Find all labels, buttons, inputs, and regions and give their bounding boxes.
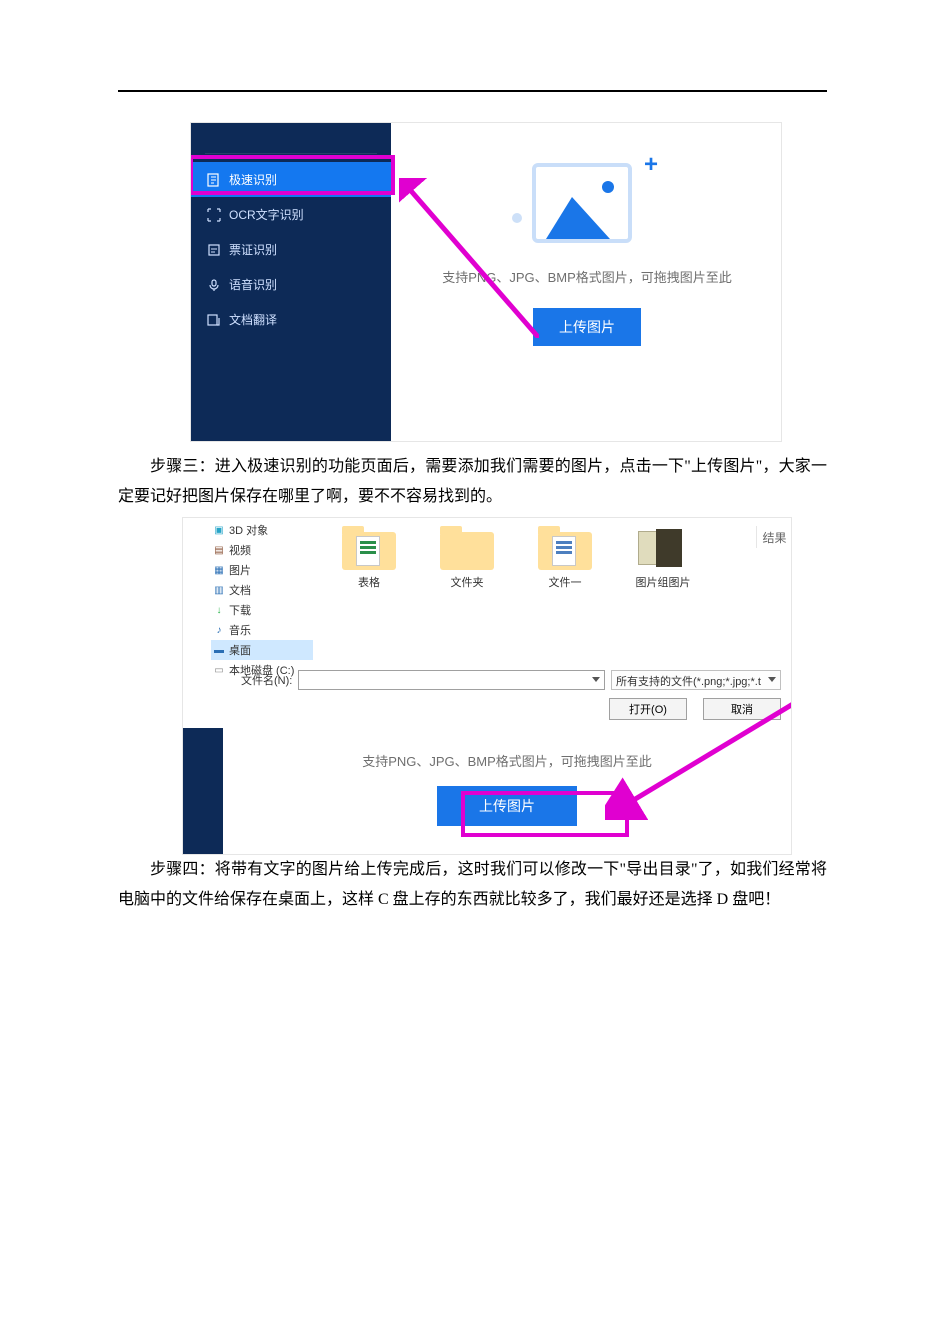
- mic-icon: [207, 278, 221, 292]
- sidebar-item-label: 文档翻译: [229, 311, 277, 328]
- image-placeholder-icon: +: [532, 153, 642, 243]
- sidebar-item-ocr[interactable]: OCR文字识别: [191, 197, 391, 232]
- screenshot-step4: 结果 ▣3D 对象 ▤视频 ▦图片 ▥文档 ↓下载 ♪音乐 ▬桌面 ▭本地磁盘 …: [182, 517, 792, 855]
- place-documents[interactable]: ▥ 文档: [211, 580, 313, 600]
- file-filter-dropdown[interactable]: 所有支持的文件(*.png;*.jpg;*.t: [611, 670, 781, 690]
- app-content-lower: 支持PNG、JPG、BMP格式图片，可拖拽图片至此 上传图片: [223, 733, 791, 854]
- filter-value: 所有支持的文件(*.png;*.jpg;*.t: [616, 676, 761, 688]
- filename-input[interactable]: [298, 670, 605, 690]
- screenshot-step3: 极速识别 OCR文字识别 票证识别 语音识别: [190, 122, 782, 442]
- dialog-button-row: 打开(O) 取消: [609, 698, 781, 720]
- ocr-icon: [207, 208, 221, 222]
- desktop-icon: ▬: [213, 644, 225, 656]
- thumb-label: 图片组图片: [623, 574, 703, 590]
- thumb-label: 文件夹: [427, 574, 507, 590]
- music-icon: ♪: [213, 624, 225, 636]
- document-icon: ▥: [213, 584, 225, 596]
- receipt-icon: [207, 243, 221, 257]
- place-label: 文档: [229, 582, 251, 598]
- support-text: 支持PNG、JPG、BMP格式图片，可拖拽图片至此: [223, 751, 791, 770]
- upload-button[interactable]: 上传图片: [437, 786, 577, 826]
- horizontal-rule: [118, 90, 827, 92]
- chevron-down-icon: [768, 677, 776, 682]
- place-label: 下载: [229, 602, 251, 618]
- place-label: 视频: [229, 542, 251, 558]
- place-label: 桌面: [229, 642, 251, 658]
- translate-icon: [207, 313, 221, 327]
- folder-thumb-excel[interactable]: 表格: [329, 520, 409, 620]
- doc-speed-icon: [207, 173, 221, 187]
- chevron-down-icon: [592, 677, 600, 682]
- place-3d[interactable]: ▣ 3D 对象: [211, 520, 313, 540]
- sidebar-item-receipt[interactable]: 票证识别: [191, 232, 391, 267]
- place-pictures[interactable]: ▦ 图片: [211, 560, 313, 580]
- picture-icon: ▦: [213, 564, 225, 576]
- place-label: 音乐: [229, 622, 251, 638]
- folder-thumb-word[interactable]: 文件一: [525, 520, 605, 620]
- film-icon: ▤: [213, 544, 225, 556]
- app-content: + 支持PNG、JPG、BMP格式图片，可拖拽图片至此 上传图片: [391, 123, 782, 441]
- upload-area[interactable]: + 支持PNG、JPG、BMP格式图片，可拖拽图片至此 上传图片: [391, 123, 782, 346]
- place-music[interactable]: ♪ 音乐: [211, 620, 313, 640]
- paragraph-step3: 步骤三：进入极速识别的功能页面后，需要添加我们需要的图片，点击一下"上传图片"，…: [118, 452, 827, 511]
- sidebar-divider: [205, 153, 377, 154]
- open-button[interactable]: 打开(O): [609, 698, 687, 720]
- paragraph-step4: 步骤四：将带有文字的图片给上传完成后，这时我们可以修改一下"导出目录"了，如我们…: [118, 855, 827, 914]
- sidebar-item-label: 极速识别: [229, 171, 277, 188]
- thumb-label: 表格: [329, 574, 409, 590]
- filename-label: 文件名(N):: [241, 672, 292, 688]
- folder-thumb-pictures[interactable]: 图片组图片: [623, 520, 703, 620]
- plus-icon: +: [644, 151, 658, 179]
- sidebar-item-label: 语音识别: [229, 276, 277, 293]
- place-label: 3D 对象: [229, 522, 268, 538]
- cancel-button[interactable]: 取消: [703, 698, 781, 720]
- cube-icon: ▣: [213, 524, 225, 536]
- disk-icon: ▭: [213, 664, 225, 676]
- app-sidebar: 极速识别 OCR文字识别 票证识别 语音识别: [191, 123, 391, 441]
- file-dialog-places: ▣3D 对象 ▤视频 ▦图片 ▥文档 ↓下载 ♪音乐 ▬桌面 ▭本地磁盘 (C:…: [211, 520, 313, 680]
- place-downloads[interactable]: ↓ 下载: [211, 600, 313, 620]
- sidebar-item-translate[interactable]: 文档翻译: [191, 302, 391, 337]
- support-text: 支持PNG、JPG、BMP格式图片，可拖拽图片至此: [391, 267, 782, 286]
- upload-button[interactable]: 上传图片: [533, 308, 641, 346]
- thumb-label: 文件一: [525, 574, 605, 590]
- app-sidebar-sliver: [183, 728, 223, 855]
- place-label: 图片: [229, 562, 251, 578]
- filename-row: 文件名(N): 所有支持的文件(*.png;*.jpg;*.t: [241, 670, 781, 690]
- sidebar-item-label: 票证识别: [229, 241, 277, 258]
- place-desktop[interactable]: ▬ 桌面: [211, 640, 313, 660]
- download-icon: ↓: [213, 604, 225, 616]
- place-video[interactable]: ▤ 视频: [211, 540, 313, 560]
- sidebar-item-speed-ocr[interactable]: 极速识别: [191, 162, 391, 197]
- sidebar-item-label: OCR文字识别: [229, 206, 304, 223]
- folder-thumb-plain[interactable]: 文件夹: [427, 520, 507, 620]
- sidebar-item-voice[interactable]: 语音识别: [191, 267, 391, 302]
- file-dialog-thumbnails: 表格 文件夹 文件一 图片组图片: [319, 520, 787, 620]
